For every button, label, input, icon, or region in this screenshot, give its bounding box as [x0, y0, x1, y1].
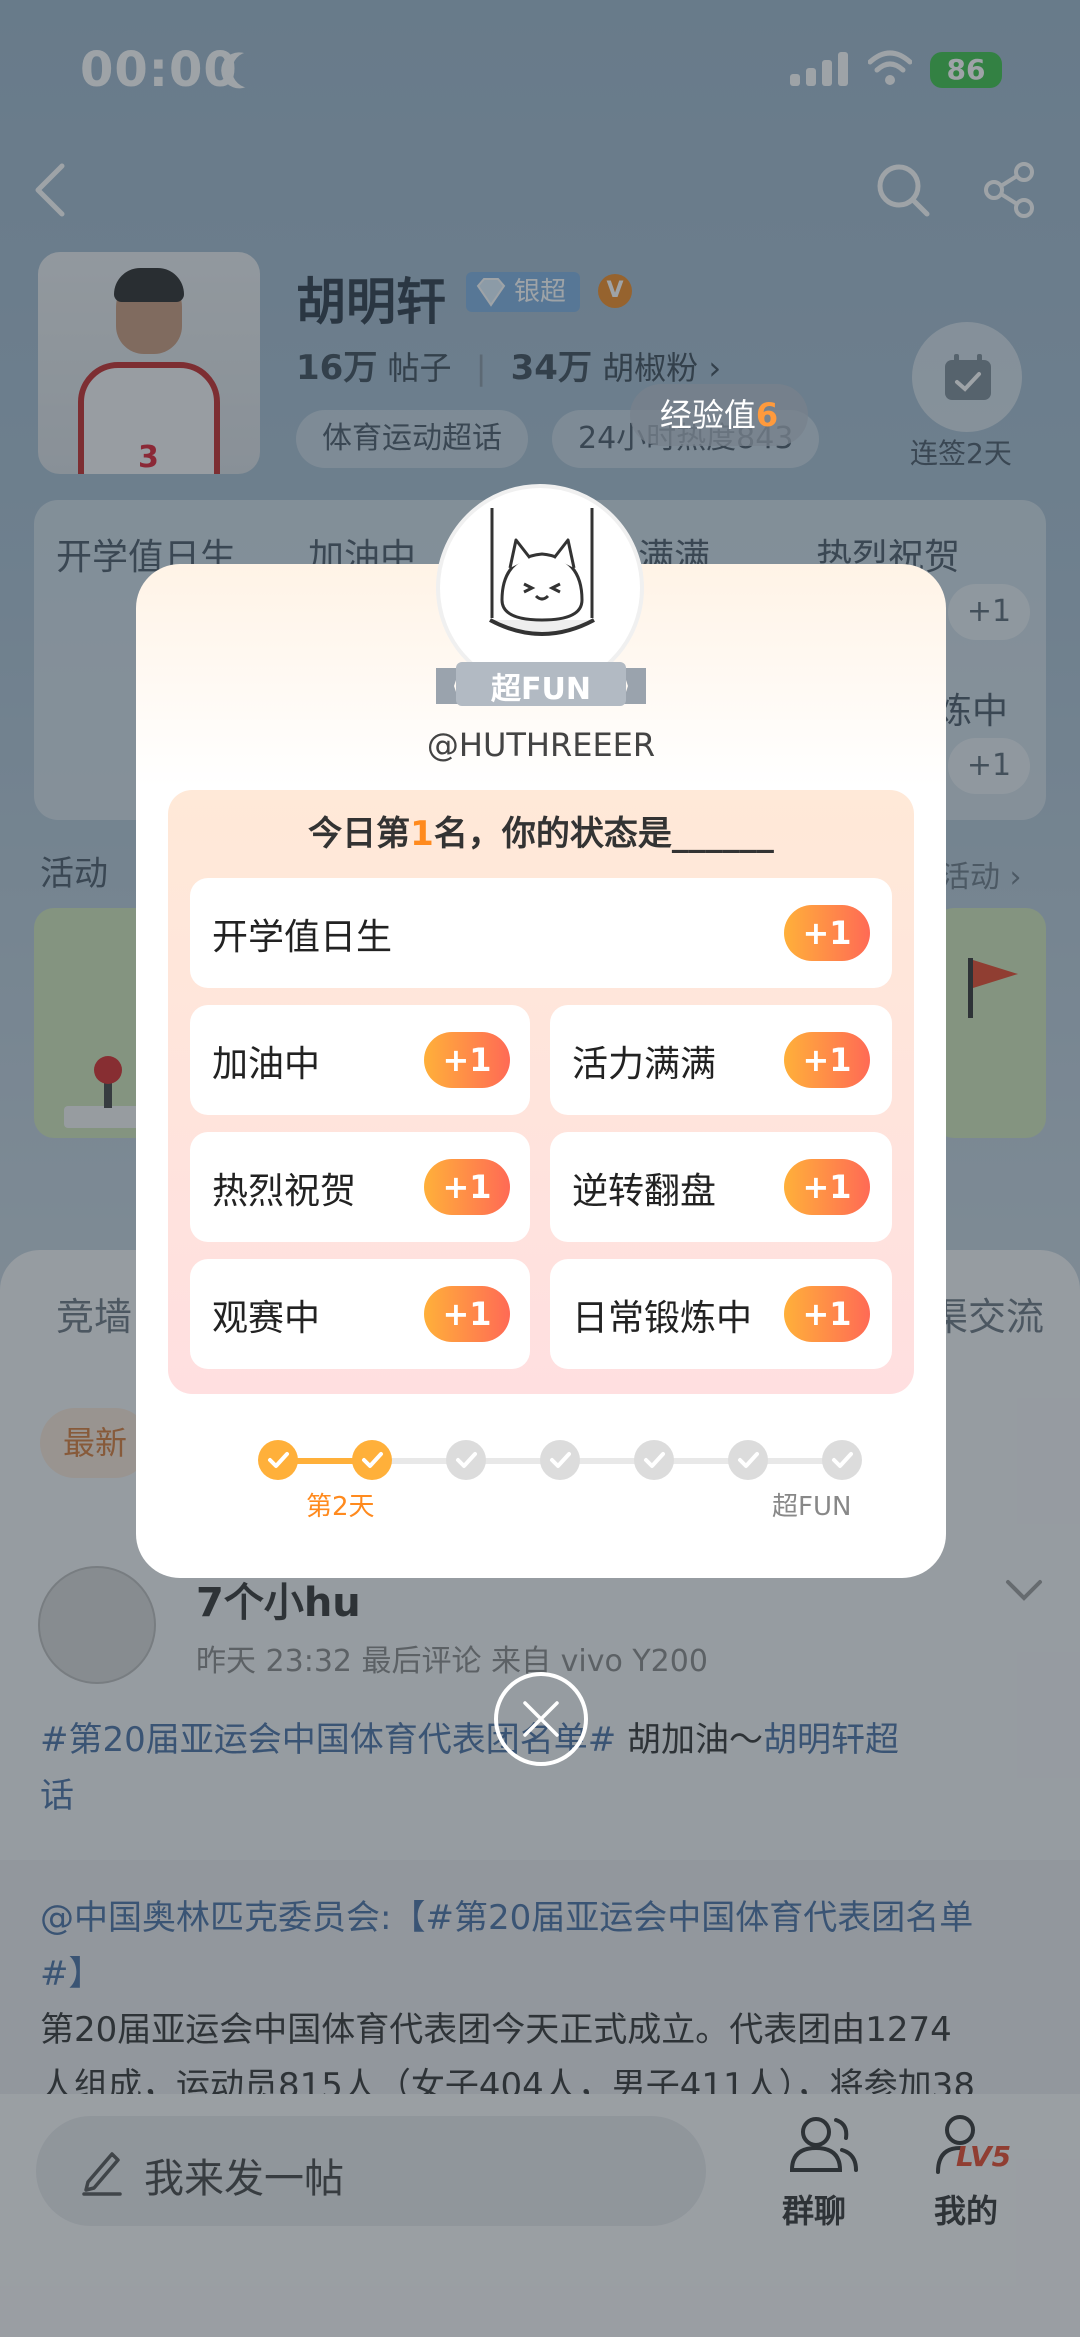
status-option-label: 加油中: [212, 1044, 321, 1085]
plus-one-button[interactable]: +1: [424, 1286, 510, 1342]
status-option-label: 开学值日生: [212, 917, 393, 958]
status-option[interactable]: 逆转翻盘 +1: [550, 1132, 892, 1242]
status-option[interactable]: 观赛中 +1: [190, 1259, 530, 1369]
progress-step: [634, 1440, 674, 1480]
status-option[interactable]: 日常锻炼中 +1: [550, 1259, 892, 1369]
status-option[interactable]: 热烈祝贺 +1: [190, 1132, 530, 1242]
close-icon: [523, 1701, 559, 1737]
progress-end-label: 超FUN: [772, 1492, 852, 1522]
status-option-label: 观赛中: [212, 1298, 321, 1339]
ribbon-label: 超FUN: [491, 672, 591, 707]
cat-on-swing-icon: [489, 508, 595, 636]
progress-current-label: 第2天: [306, 1492, 375, 1522]
exp-value: 6: [755, 396, 779, 434]
exp-label: 经验值: [659, 396, 756, 434]
close-modal-button[interactable]: [494, 1672, 588, 1766]
status-option-label: 活力满满: [572, 1044, 717, 1085]
prompt-prefix: 今日第: [308, 814, 411, 854]
progress-step: [446, 1440, 486, 1480]
plus-one-button[interactable]: +1: [784, 1159, 870, 1215]
progress-step: [540, 1440, 580, 1480]
plus-one-button[interactable]: +1: [784, 1032, 870, 1088]
plus-one-button[interactable]: +1: [424, 1032, 510, 1088]
status-option[interactable]: 活力满满 +1: [550, 1005, 892, 1115]
progress-step: [728, 1440, 768, 1480]
progress-step-done: [352, 1440, 392, 1480]
progress-step-done: [258, 1440, 298, 1480]
plus-one-button[interactable]: +1: [424, 1159, 510, 1215]
exp-toast: 经验值6: [630, 384, 808, 446]
modal-username: @HUTHREEER: [426, 726, 656, 764]
plus-one-button[interactable]: +1: [784, 1286, 870, 1342]
status-option[interactable]: 开学值日生 +1: [190, 878, 892, 988]
status-option-label: 日常锻炼中: [572, 1298, 753, 1339]
status-option-label: 热烈祝贺: [212, 1171, 357, 1212]
status-option[interactable]: 加油中 +1: [190, 1005, 530, 1115]
status-option-label: 逆转翻盘: [572, 1171, 717, 1212]
status-prompt: 今日第1名，你的状态是______: [168, 806, 914, 855]
progress-step: [822, 1440, 862, 1480]
prompt-rank: 1: [410, 814, 434, 854]
prompt-suffix: 名，你的状态是______: [433, 814, 774, 854]
checkin-progress: [258, 1440, 862, 1480]
plus-one-button[interactable]: +1: [784, 905, 870, 961]
